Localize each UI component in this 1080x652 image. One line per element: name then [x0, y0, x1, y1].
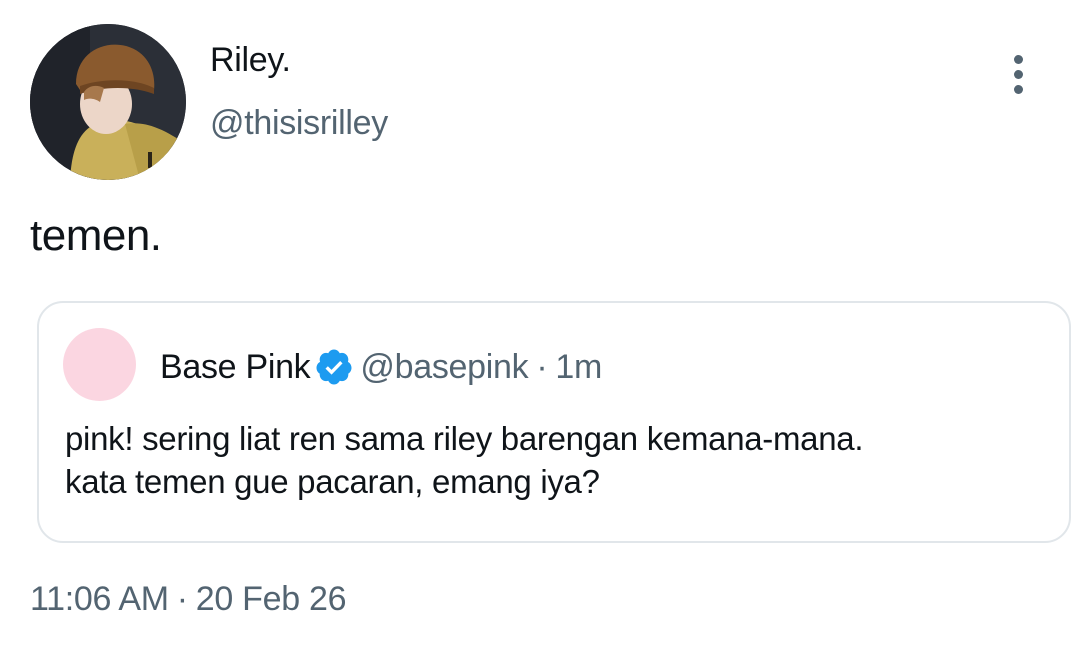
tweet-text: temen.: [30, 211, 162, 260]
profile-photo: [30, 24, 186, 180]
more-icon-dot: [1013, 54, 1023, 64]
meta-separator: ·: [176, 580, 188, 618]
author-avatar[interactable]: [30, 24, 186, 180]
quoted-tweet-text: pink! sering liat ren sama riley barenga…: [65, 417, 1045, 503]
quoted-text-line: pink! sering liat ren sama riley barenga…: [65, 420, 864, 457]
tweet-time: 11:06 AM: [30, 580, 169, 618]
quoted-text-line: kata temen gue pacaran, emang iya?: [65, 463, 600, 500]
author-handle[interactable]: @thisisrilley: [210, 103, 388, 143]
verified-badge-icon: [314, 347, 354, 387]
more-options-button[interactable]: [996, 52, 1040, 96]
quoted-tweet-header: Base Pink @basepink · 1m: [160, 347, 602, 387]
tweet-date: 20 Feb 26: [195, 580, 347, 618]
author-display-name[interactable]: Riley.: [210, 40, 291, 80]
quoted-author-avatar[interactable]: [63, 328, 136, 401]
quoted-author-handle[interactable]: @basepink: [360, 347, 528, 387]
quoted-tweet-time[interactable]: 1m: [555, 347, 602, 387]
header-separator: ·: [536, 348, 548, 386]
tweet-timestamp[interactable]: 11:06 AM · 20 Feb 26: [30, 579, 346, 619]
quoted-tweet-card[interactable]: Base Pink @basepink · 1m pink! sering li…: [37, 301, 1071, 543]
more-icon-dot: [1013, 69, 1023, 79]
more-icon-dot: [1013, 84, 1023, 94]
quoted-author-name[interactable]: Base Pink: [160, 347, 311, 387]
